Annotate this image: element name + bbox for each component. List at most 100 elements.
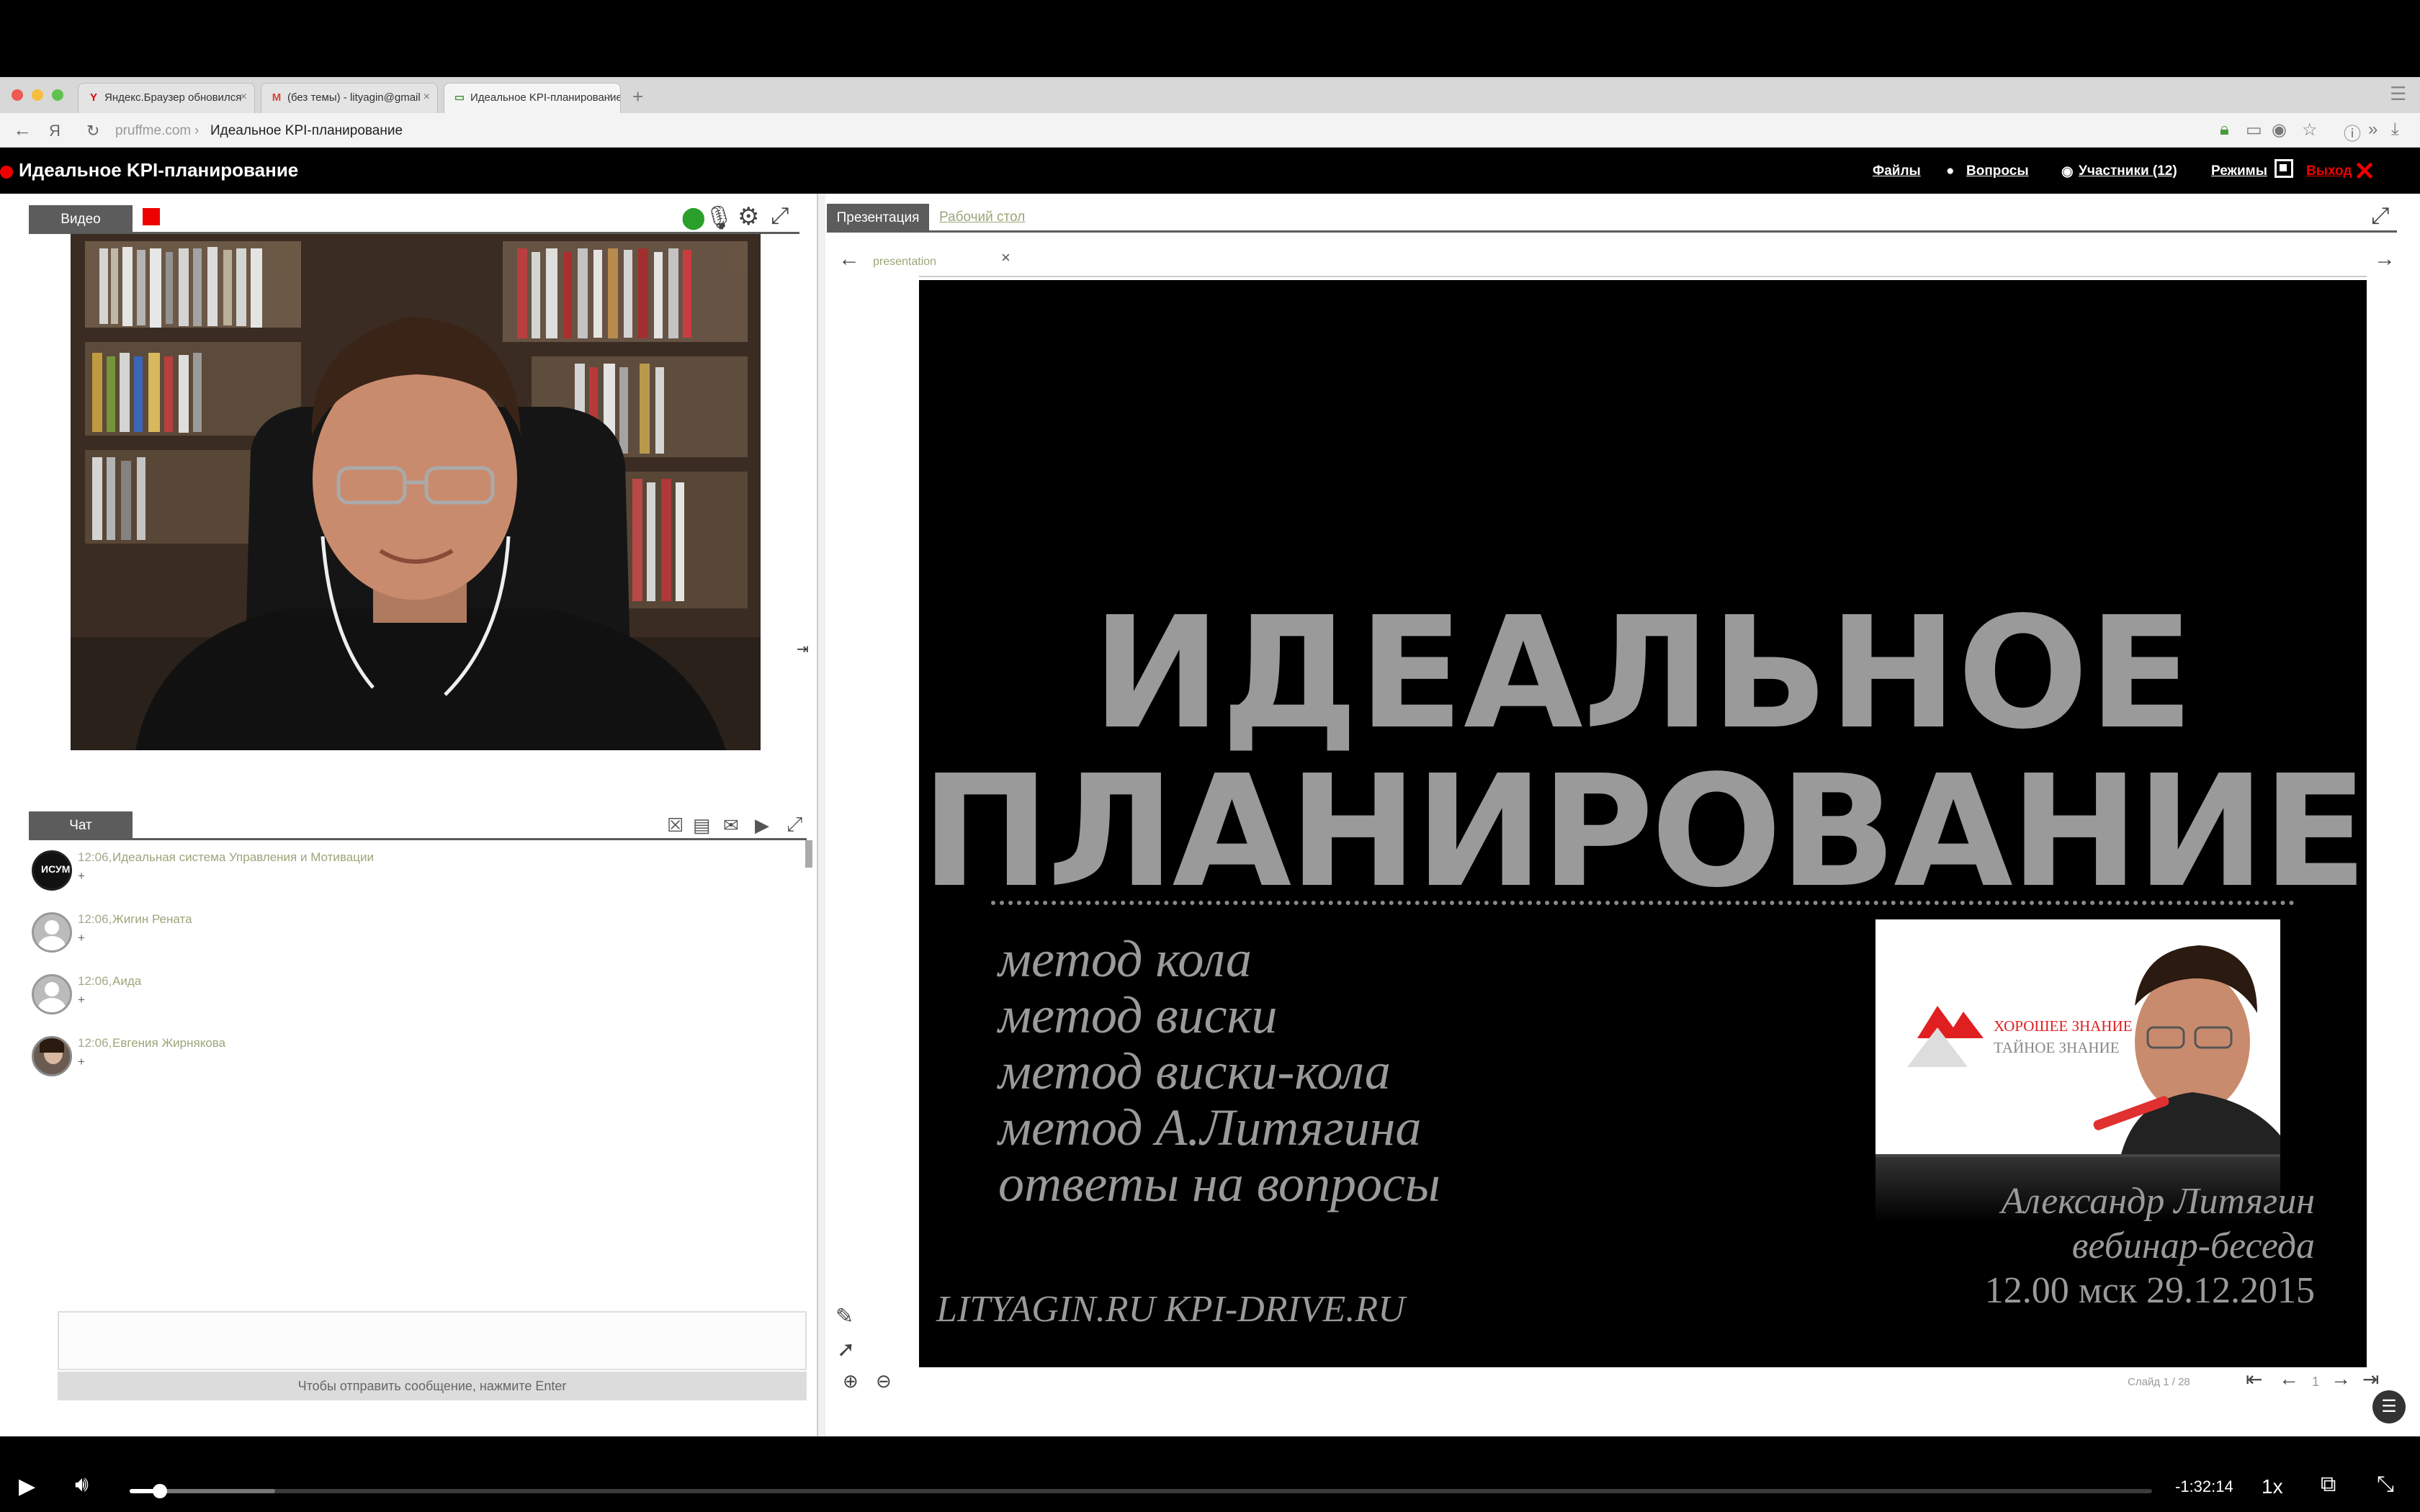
close-tab-icon[interactable]: × — [424, 91, 430, 104]
yandex-icon: Y — [89, 91, 97, 104]
tab-presentation[interactable]: Презентация — [827, 204, 929, 233]
presentation-panel-underline — [827, 230, 2397, 233]
bookmark-star-icon[interactable]: ☆ — [2302, 120, 2318, 140]
close-file-icon[interactable]: × — [1001, 248, 1010, 267]
slide-format: вебинар-беседа — [2071, 1225, 2315, 1266]
time-remaining: -1:32:14 — [2175, 1477, 2233, 1495]
expand-presentation-icon[interactable]: ⤢ — [2371, 202, 2390, 230]
browser-tab-bar: Y Яндекс.Браузер обновился × M (без темы… — [0, 77, 2420, 113]
url-separator: › — [194, 123, 200, 138]
lock-icon[interactable]: 🔒︎ — [2220, 120, 2229, 140]
back-arrow-icon[interactable]: ← — [13, 119, 32, 141]
location-pin-icon[interactable]: ⬤ — [681, 205, 706, 230]
message-time: 12:06, — [78, 1036, 112, 1050]
first-slide-icon[interactable]: ⇤ — [2246, 1367, 2262, 1391]
browser-tab-gmail[interactable]: M (без темы) - lityagin@gmail × — [261, 83, 438, 113]
picture-in-picture-icon[interactable]: ⧉ — [2321, 1472, 2336, 1497]
message-author: Евгения Жирнякова — [112, 1036, 226, 1050]
close-tab-icon[interactable]: × — [606, 91, 613, 104]
modes-link[interactable]: Режимы — [2211, 163, 2267, 179]
clear-chat-icon[interactable]: ☒ — [667, 814, 684, 837]
tab-video[interactable]: Видео — [29, 205, 133, 234]
resize-handle-icon[interactable]: ⇥ — [797, 640, 809, 658]
message-text: + — [78, 993, 85, 1007]
slide-divider — [991, 901, 2295, 905]
reader-icon[interactable]: ▭ — [2246, 120, 2262, 140]
gmail-icon: M — [272, 91, 282, 104]
tab-chat[interactable]: Чат — [29, 811, 133, 840]
previous-slide-icon[interactable]: ← — [2279, 1367, 2299, 1390]
previous-file-arrow-icon[interactable]: ← — [838, 247, 860, 271]
questions-link[interactable]: Вопросы — [1966, 163, 2029, 179]
captions-icon[interactable]: ☰ — [2372, 1390, 2406, 1423]
volume-icon[interactable]: 🔊︎ — [75, 1472, 89, 1497]
protect-icon[interactable]: ◉ — [2272, 120, 2287, 140]
webcam-video[interactable] — [71, 234, 761, 750]
exit-link[interactable]: Выход — [2306, 163, 2352, 179]
avatar — [32, 974, 72, 1014]
message-time: 12:06, — [78, 850, 112, 864]
maximize-window-button[interactable] — [52, 89, 63, 101]
chat-message-input[interactable] — [58, 1311, 807, 1370]
pointer-tool-icon[interactable]: ➚ — [837, 1337, 855, 1362]
more-icon[interactable]: » — [2368, 120, 2378, 140]
next-file-arrow-icon[interactable]: → — [2374, 247, 2396, 271]
seek-bar-handle[interactable] — [153, 1484, 168, 1498]
expand-icon[interactable]: ⤢ — [771, 202, 789, 230]
layout-icon[interactable] — [2275, 159, 2293, 178]
next-slide-icon[interactable]: → — [2331, 1367, 2351, 1390]
slide-title-line-2: ПЛАНИРОВАНИЕ — [920, 742, 2367, 922]
message-author: Жигин Рената — [112, 912, 192, 926]
close-window-button[interactable] — [12, 89, 23, 101]
new-tab-button[interactable]: + — [632, 86, 643, 108]
url-domain[interactable]: pruffme.com — [115, 123, 191, 139]
play-icon[interactable]: ▶ — [19, 1474, 35, 1499]
download-icon[interactable]: ⤓ — [2391, 120, 2399, 140]
yandex-home-icon[interactable]: Я — [49, 122, 60, 140]
message-author: Идеальная система Управления и Мотивации — [112, 850, 374, 864]
eye-icon: ◉ — [2061, 164, 2074, 179]
info-icon[interactable]: ⓘ — [2344, 120, 2361, 145]
microphone-icon[interactable]: 🎙︎ — [704, 204, 734, 231]
current-slide-number[interactable]: 1 — [2312, 1374, 2319, 1390]
seek-bar[interactable] — [130, 1484, 2152, 1498]
settings-gear-icon[interactable]: ⚙ — [738, 202, 759, 231]
video-player-controls: ▶ 🔊︎ -1:32:14 1x ⧉ ⤡ — [0, 1436, 2420, 1512]
close-tab-icon[interactable]: × — [241, 91, 247, 104]
play-video-icon[interactable]: ▶ — [755, 814, 769, 837]
excel-export-icon[interactable]: ▤ — [693, 814, 711, 837]
chat-scrollbar[interactable] — [805, 840, 812, 868]
zoom-out-icon[interactable]: ⊖ — [876, 1370, 892, 1392]
last-slide-icon[interactable]: ⇥ — [2362, 1367, 2379, 1391]
browser-tab-kpi[interactable]: ▭ Идеальное KPI-планирование × — [444, 83, 621, 113]
menu-icon[interactable]: ☰ — [2390, 83, 2406, 105]
tab-desktop[interactable]: Рабочий стол — [939, 210, 1025, 225]
zoom-in-icon[interactable]: ⊕ — [843, 1370, 859, 1392]
pen-tool-icon[interactable]: ✎ — [835, 1304, 853, 1329]
expand-chat-icon[interactable]: ⤢ — [786, 813, 802, 837]
exit-fullscreen-icon[interactable]: ⤡ — [2377, 1472, 2394, 1497]
files-link[interactable]: Файлы — [1873, 163, 1921, 179]
browser-tab-label: Идеальное KPI-планирование — [470, 91, 621, 104]
record-icon[interactable] — [143, 208, 160, 225]
screen: Y Яндекс.Браузер обновился × M (без темы… — [0, 0, 2420, 1512]
presentation-file-name[interactable]: presentation — [873, 256, 936, 269]
browser-tab-yandex[interactable]: Y Яндекс.Браузер обновился × — [78, 83, 255, 113]
app-title: Идеальное KPI-планирование — [19, 159, 299, 181]
panel-divider[interactable] — [817, 194, 825, 1436]
file-bar-separator — [919, 276, 2367, 277]
presentation-slide[interactable]: ИДЕАЛЬНОЕ ПЛАНИРОВАНИЕ метод кола метод … — [919, 280, 2367, 1367]
playback-speed-button[interactable]: 1x — [2262, 1475, 2283, 1498]
message-text: + — [78, 931, 85, 945]
url-page-title[interactable]: Идеальное KPI-планирование — [210, 123, 403, 139]
reload-icon[interactable]: ↻ — [86, 122, 99, 140]
live-indicator-icon — [0, 166, 13, 179]
photo-brand-line-2: ТАЙНОЕ ЗНАНИЕ — [1994, 1039, 2120, 1056]
browser-tab-label: Яндекс.Браузер обновился — [104, 91, 242, 104]
close-icon[interactable]: ✕ — [2354, 156, 2375, 186]
email-icon[interactable]: ✉ — [723, 814, 739, 837]
participants-link[interactable]: Участники (12) — [2079, 163, 2177, 179]
message-author: Аида — [112, 974, 142, 988]
avatar — [32, 1036, 72, 1076]
minimize-window-button[interactable] — [32, 89, 43, 101]
